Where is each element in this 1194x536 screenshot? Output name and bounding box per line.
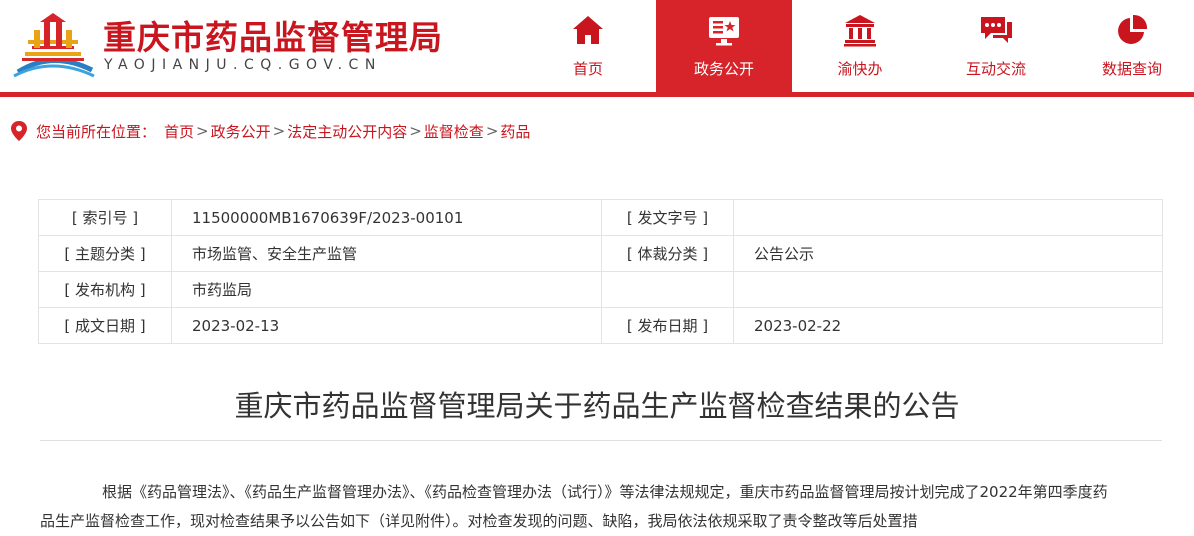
breadcrumb: 您当前所在位置： 首页 > 政务公开 > 法定主动公开内容 > 监督检查 > 药…: [0, 97, 1194, 165]
nav-item-home[interactable]: 首页: [520, 0, 656, 92]
breadcrumb-label: 您当前所在位置：: [36, 122, 157, 141]
breadcrumb-supervision-inspection[interactable]: 监督检查: [424, 121, 484, 142]
meta-value-topic: 市场监管、安全生产监管: [171, 235, 602, 272]
nav-item-data-query[interactable]: 数据查询: [1064, 0, 1194, 92]
meta-value-genre: 公告公示: [733, 235, 1163, 272]
meta-key-topic: [ 主题分类 ]: [38, 235, 172, 272]
meta-value-published-date: 2023-02-22: [733, 307, 1163, 344]
monitor-icon: [709, 17, 739, 46]
meta-key-published-date: [ 发布日期 ]: [601, 307, 734, 344]
breadcrumb-drugs[interactable]: 药品: [500, 121, 530, 142]
title-divider: [40, 440, 1162, 441]
main-nav: 首页 政务公开 渝快办 互动交流 数据查询: [520, 0, 1194, 92]
meta-key-issuer: [ 发布机构 ]: [38, 271, 172, 308]
site-domain: YAOJIANJU.CQ.GOV.CN: [104, 57, 382, 73]
meta-value-index-no: 11500000MB1670639F/2023-00101: [171, 199, 602, 236]
site-header: 重庆市药品监督管理局 YAOJIANJU.CQ.GOV.CN 首页 政务公开 渝…: [0, 0, 1194, 92]
table-row: [ 成文日期 ] 2023-02-13 [ 发布日期 ] 2023-02-22: [38, 307, 1163, 344]
breadcrumb-government-affairs[interactable]: 政务公开: [211, 121, 271, 142]
chat-bubbles-icon: [981, 17, 1012, 43]
table-row: [ 发布机构 ] 市药监局: [38, 271, 1163, 308]
breadcrumb-home[interactable]: 首页: [164, 121, 194, 142]
breadcrumb-statutory-disclosure[interactable]: 法定主动公开内容: [287, 121, 407, 142]
nav-label: 渝快办: [837, 60, 883, 78]
site-title: 重庆市药品监督管理局: [103, 18, 443, 57]
meta-value-issuer: 市药监局: [171, 271, 602, 308]
meta-empty-cell: [733, 271, 1163, 308]
document-meta-table: [ 索引号 ] 11500000MB1670639F/2023-00101 [ …: [38, 199, 1163, 344]
site-logo[interactable]: [10, 10, 95, 80]
meta-value-doc-no: [733, 199, 1163, 236]
pie-chart-icon: [1118, 14, 1148, 44]
article-title: 重庆市药品监督管理局关于药品生产监督检查结果的公告: [234, 389, 960, 423]
meta-value-created-date: 2023-02-13: [171, 307, 602, 344]
meta-key-doc-no: [ 发文字号 ]: [601, 199, 734, 236]
nav-label: 首页: [572, 60, 603, 78]
table-row: [ 索引号 ] 11500000MB1670639F/2023-00101 [ …: [38, 199, 1163, 236]
breadcrumb-separator: >: [272, 122, 286, 140]
nav-item-government-affairs[interactable]: 政务公开: [656, 0, 792, 92]
meta-empty-cell: [601, 271, 734, 308]
nav-item-yukuaiban[interactable]: 渝快办: [792, 0, 928, 92]
article-body-paragraph: 根据《药品管理法》、《药品生产监督管理办法》、《药品检查管理办法（试行）》等法律…: [40, 483, 1108, 530]
meta-key-created-date: [ 成文日期 ]: [38, 307, 172, 344]
location-pin-icon: [11, 121, 27, 141]
breadcrumb-separator: >: [485, 122, 499, 140]
breadcrumb-separator: >: [196, 122, 209, 140]
breadcrumb-separator: >: [409, 122, 422, 140]
meta-key-genre: [ 体裁分类 ]: [601, 235, 734, 272]
nav-label: 政务公开: [693, 60, 754, 78]
meta-key-index-no: [ 索引号 ]: [38, 199, 172, 236]
nav-label: 互动交流: [965, 60, 1026, 78]
nav-item-interaction[interactable]: 互动交流: [928, 0, 1064, 92]
government-building-icon: [844, 15, 876, 47]
table-row: [ 主题分类 ] 市场监管、安全生产监管 [ 体裁分类 ] 公告公示: [38, 235, 1163, 272]
nav-label: 数据查询: [1101, 60, 1162, 78]
home-icon: [573, 16, 603, 44]
